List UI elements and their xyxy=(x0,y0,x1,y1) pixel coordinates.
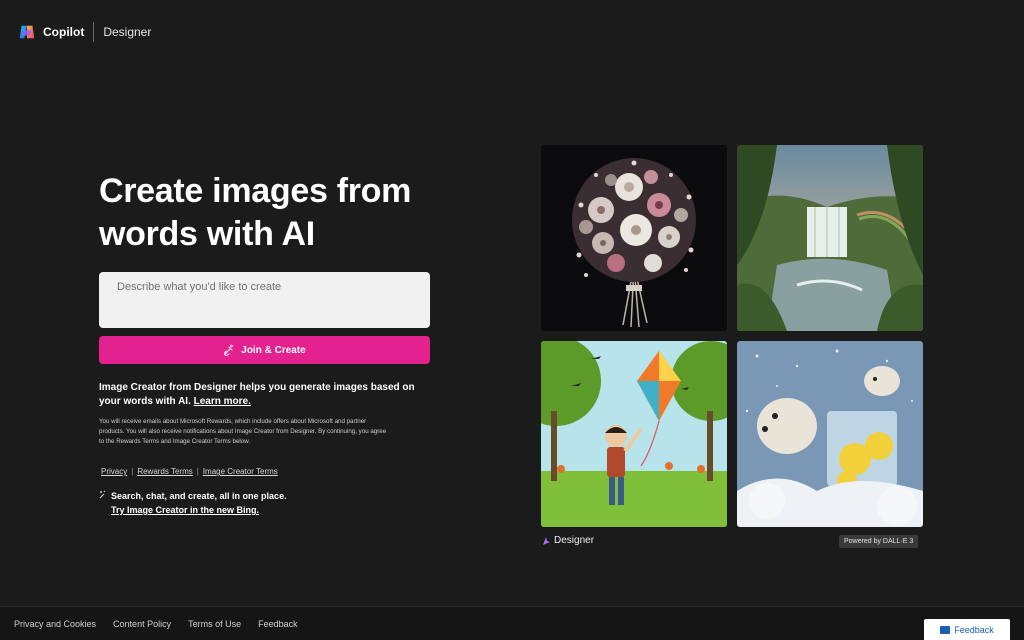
privacy-cookies-link[interactable]: Privacy and Cookies xyxy=(14,619,96,629)
rewards-terms-link[interactable]: Rewards Terms xyxy=(137,467,192,476)
top-bar: Copilot Designer xyxy=(0,0,1024,64)
sparkle-icon xyxy=(99,489,109,503)
product-name[interactable]: Designer xyxy=(103,25,151,39)
page: Copilot Designer Create images from word… xyxy=(0,0,1024,640)
join-and-create-label: Join & Create xyxy=(241,344,306,356)
link-separator: | xyxy=(196,467,199,476)
brand-name[interactable]: Copilot xyxy=(43,25,84,39)
waterfall-rainforest-image[interactable] xyxy=(737,145,923,331)
polar-bears-lemonade-image[interactable] xyxy=(737,341,923,527)
prompt-input[interactable] xyxy=(99,272,430,328)
privacy-link[interactable]: Privacy xyxy=(101,467,127,476)
legal-links: Privacy | Rewards Terms | Image Creator … xyxy=(101,467,278,476)
designer-tag: Designer xyxy=(541,535,594,546)
footer-feedback-link[interactable]: Feedback xyxy=(258,619,298,629)
join-and-create-button[interactable]: Join & Create xyxy=(99,336,430,364)
image-creator-terms-link[interactable]: Image Creator Terms xyxy=(203,467,278,476)
promo-text: Search, chat, and create, all in one pla… xyxy=(111,491,287,501)
description-text: Image Creator from Designer helps you ge… xyxy=(99,382,415,407)
description: Image Creator from Designer helps you ge… xyxy=(99,381,429,409)
learn-more-link[interactable]: Learn more. xyxy=(194,396,251,407)
terms-of-use-link[interactable]: Terms of Use xyxy=(188,619,241,629)
designer-logo-icon xyxy=(543,536,550,545)
footer: Privacy and Cookies Content Policy Terms… xyxy=(0,606,1024,640)
flower-bouquet-image[interactable] xyxy=(541,145,727,331)
content-policy-link[interactable]: Content Policy xyxy=(113,619,171,629)
boy-flying-kite-image[interactable] xyxy=(541,341,727,527)
header-divider xyxy=(93,22,95,42)
page-title: Create images from words with AI xyxy=(99,172,412,253)
feedback-icon xyxy=(940,625,951,634)
bing-promo: Search, chat, and create, all in one pla… xyxy=(99,489,287,517)
link-separator: | xyxy=(131,467,134,476)
powered-by-badge: Powered by DALL·E 3 xyxy=(839,535,919,548)
try-new-bing-link[interactable]: Try Image Creator in the new Bing. xyxy=(111,505,259,515)
fine-print: You will receive emails about Microsoft … xyxy=(99,418,387,445)
designer-label: Designer xyxy=(554,535,595,546)
feedback-button-label: Feedback xyxy=(954,624,994,635)
sparkle-brush-icon xyxy=(224,344,234,356)
feedback-button[interactable]: Feedback xyxy=(924,619,1010,640)
copilot-logo-icon[interactable] xyxy=(18,23,36,41)
